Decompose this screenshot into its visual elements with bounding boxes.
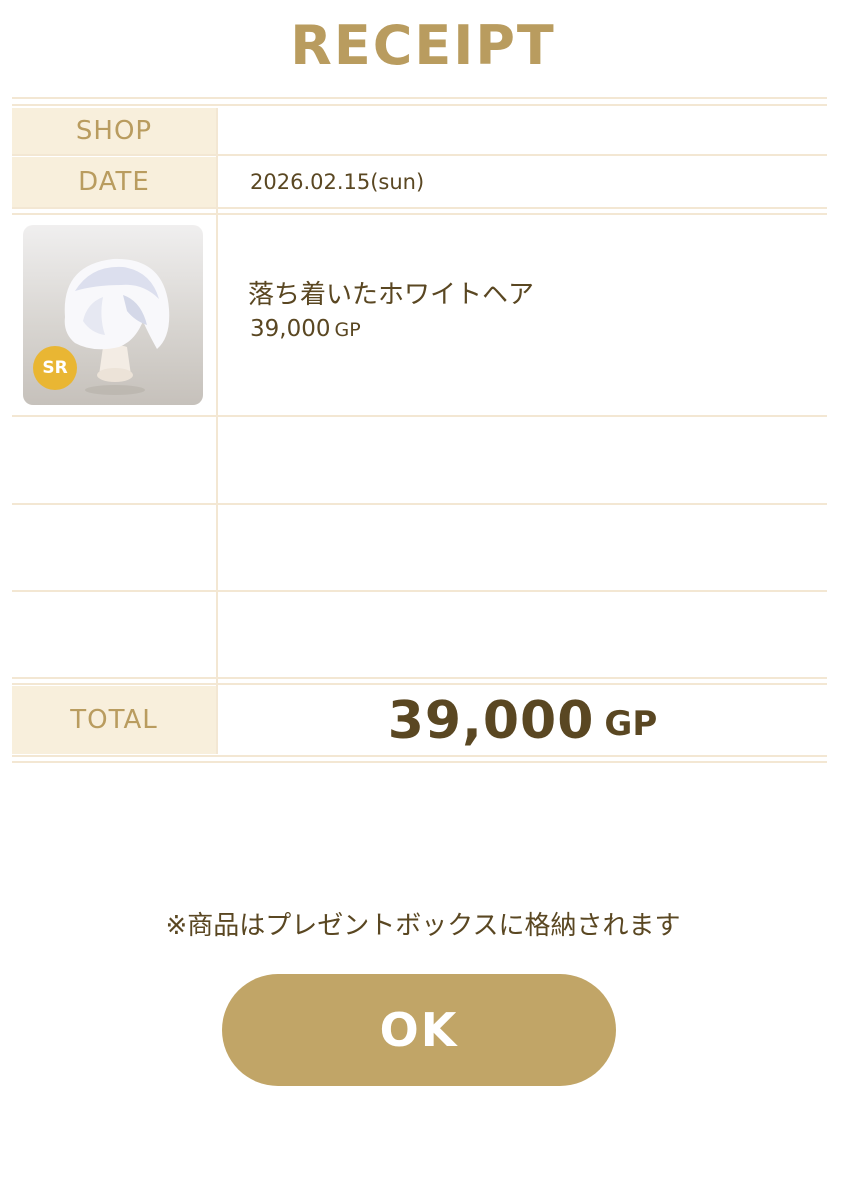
table-border — [12, 683, 827, 685]
rarity-badge: SR — [33, 346, 77, 390]
table-border — [12, 104, 827, 106]
date-value: 2026.02.15(sun) — [250, 170, 425, 194]
receipt-title: RECEIPT — [290, 14, 556, 77]
item-name: 落ち着いたホワイトヘア — [248, 280, 535, 310]
total-unit: GP — [604, 704, 658, 744]
ok-button[interactable]: OK — [222, 974, 616, 1086]
storage-notice: ※商品はプレゼントボックスに格納されます — [165, 911, 681, 941]
table-border — [12, 755, 827, 757]
item-thumbnail[interactable]: SR — [23, 225, 203, 405]
item-price-unit: GP — [334, 319, 361, 341]
row-divider — [12, 415, 827, 417]
table-border — [12, 97, 827, 99]
date-label: DATE — [12, 157, 216, 207]
table-border — [12, 761, 827, 763]
item-price-value: 39,000 — [250, 316, 331, 342]
shop-label: SHOP — [12, 108, 216, 154]
column-divider — [216, 108, 218, 754]
table-border — [12, 677, 827, 679]
row-divider — [12, 154, 827, 156]
total-amount: 39,000 — [387, 691, 595, 751]
table-border — [12, 207, 827, 209]
total-value: 39,000 GP — [218, 688, 827, 754]
table-border — [12, 213, 827, 215]
item-price: 39,000 GP — [250, 316, 361, 342]
row-divider — [12, 590, 827, 592]
row-divider — [12, 503, 827, 505]
total-label: TOTAL — [12, 686, 216, 754]
